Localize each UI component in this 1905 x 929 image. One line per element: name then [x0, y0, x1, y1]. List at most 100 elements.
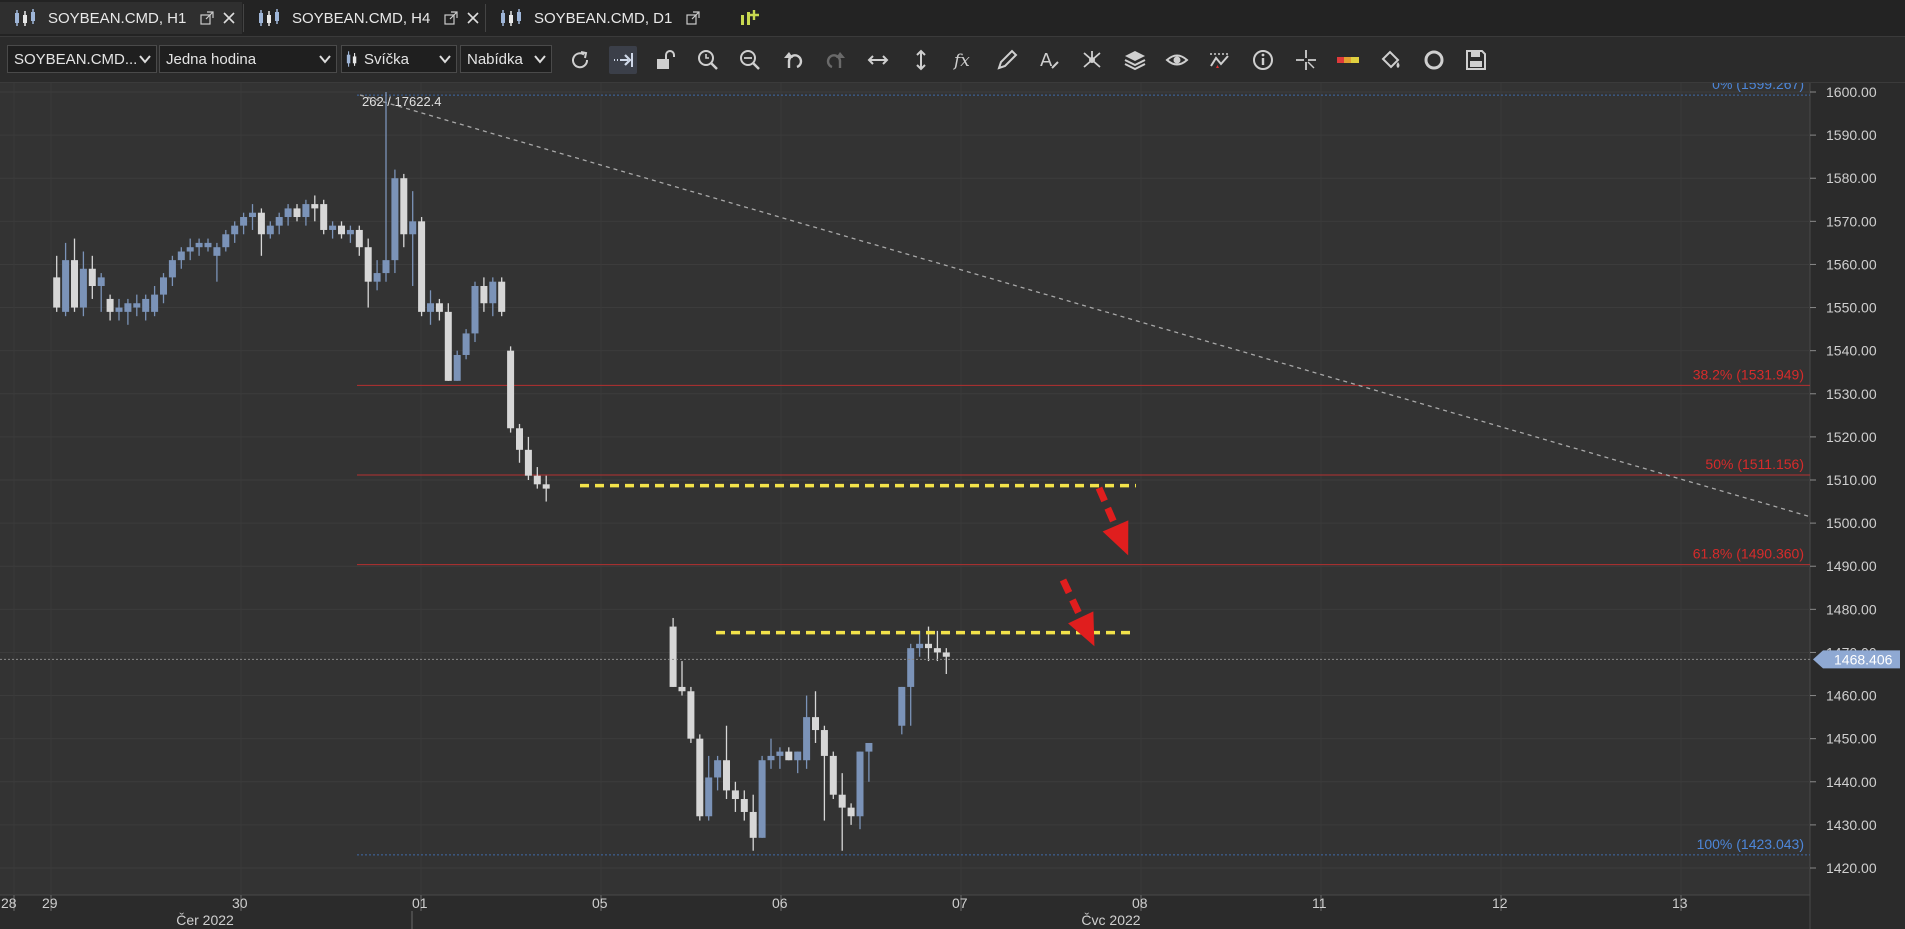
tab-label: SOYBEAN.CMD, H1 — [48, 9, 187, 27]
unlock-button[interactable] — [651, 46, 679, 74]
candle-body — [731, 790, 739, 800]
undo-icon — [784, 52, 803, 69]
candle-body — [749, 811, 757, 838]
candle-body — [776, 751, 784, 756]
candle-body — [302, 204, 310, 218]
fibonacci-level-label: 0% (1599.267) — [1712, 83, 1804, 92]
candle-body — [785, 751, 793, 761]
price-tick-label: 1430.00 — [1826, 817, 1877, 833]
vertical-resize-button[interactable] — [907, 46, 935, 74]
candle-body — [177, 251, 185, 261]
undo-button[interactable] — [779, 46, 807, 74]
horizontal-resize-icon — [867, 55, 889, 65]
candle-body — [705, 777, 713, 817]
price-type-select[interactable]: Nabídka — [460, 45, 552, 73]
candle-body — [740, 799, 748, 812]
draw-button[interactable] — [993, 46, 1021, 74]
fx-icon: fx — [952, 51, 970, 71]
crosshair-button[interactable] — [1292, 46, 1320, 74]
objects-button[interactable] — [1078, 46, 1106, 74]
heatmap-button[interactable] — [1334, 46, 1362, 74]
save-icon — [1466, 50, 1486, 70]
current-price-value: 1468.406 — [1834, 651, 1893, 667]
candle-body — [168, 260, 176, 278]
candle-body — [204, 242, 212, 248]
price-tick-label: 1570.00 — [1826, 213, 1877, 229]
candle-body — [820, 730, 828, 756]
chart-canvas[interactable]: 0% (1599.267) 38.2% (1531.949) 50% (1511.1… — [0, 83, 1905, 929]
save-button[interactable] — [1462, 46, 1490, 74]
fill-color-button[interactable] — [1377, 46, 1405, 74]
chart-type-value: Svíčka — [364, 50, 410, 68]
redo-button[interactable] — [822, 46, 850, 74]
price-chart[interactable]: 0% (1599.267) 38.2% (1531.949) 50% (1511.1… — [0, 83, 1905, 929]
price-tick-label: 1600.00 — [1826, 84, 1877, 100]
tab-label: SOYBEAN.CMD, H4 — [292, 9, 431, 27]
candle-body — [195, 242, 203, 248]
zoom-in-button[interactable] — [694, 46, 722, 74]
auto-scroll-button[interactable] — [609, 46, 637, 74]
paint-bucket-icon — [1381, 50, 1400, 69]
candle-body — [106, 298, 114, 312]
timeframe-select[interactable]: Jedna hodina — [159, 45, 337, 73]
zoom-out-button[interactable] — [736, 46, 764, 74]
refresh-button[interactable] — [566, 46, 594, 74]
popout-icon[interactable] — [444, 11, 458, 25]
candle-body — [829, 755, 837, 795]
candle-body — [933, 648, 941, 653]
text-icon: A — [1040, 50, 1059, 71]
price-tick-label: 1530.00 — [1826, 386, 1877, 402]
signals-button[interactable] — [1206, 46, 1234, 74]
price-tick-label: 1590.00 — [1826, 127, 1877, 143]
candle-body — [462, 333, 470, 355]
candle-body — [400, 178, 408, 235]
chart-type-select[interactable]: Svíčka — [341, 45, 457, 73]
svg-text:A: A — [1040, 50, 1053, 71]
candle-body — [160, 277, 167, 295]
close-icon[interactable] — [222, 11, 236, 25]
candle-body — [124, 303, 132, 312]
top-info-label: 262 / 17622.4 — [362, 94, 442, 109]
close-icon[interactable] — [466, 11, 480, 25]
tab-soybean-h1[interactable]: SOYBEAN.CMD, H1 — [0, 2, 242, 34]
indicators-button[interactable]: fx — [950, 46, 978, 74]
candle-body — [338, 225, 345, 235]
symbol-select[interactable]: SOYBEAN.CMD... — [7, 45, 157, 73]
price-tick-label: 1440.00 — [1826, 774, 1877, 790]
horizontal-resize-button[interactable] — [864, 46, 892, 74]
candle-body — [311, 204, 319, 209]
visibility-button[interactable] — [1163, 46, 1191, 74]
layers-button[interactable] — [1121, 46, 1149, 74]
month-label: Čvc 2022 — [1081, 912, 1140, 928]
candle-body — [115, 307, 123, 312]
candle-body — [444, 311, 452, 381]
fibonacci-level-label: 38.2% (1531.949) — [1693, 366, 1804, 382]
text-button[interactable]: A — [1035, 46, 1063, 74]
tab-soybean-d1[interactable]: SOYBEAN.CMD, D1 — [486, 2, 726, 34]
candle-body — [249, 212, 256, 218]
chevron-down-icon — [319, 55, 331, 64]
candle-body — [847, 807, 855, 817]
popout-icon[interactable] — [200, 11, 214, 25]
candle-body — [942, 652, 950, 657]
candle-body — [391, 178, 399, 261]
candle-body — [696, 738, 704, 817]
candle-body — [898, 686, 906, 726]
candle-body — [97, 277, 105, 286]
candle-body — [524, 449, 532, 476]
tab-soybean-h4[interactable]: SOYBEAN.CMD, H4 — [244, 2, 484, 34]
theme-button[interactable] — [1420, 46, 1448, 74]
date-tick-label: 05 — [592, 895, 608, 911]
candle-body — [186, 247, 194, 252]
popout-icon[interactable] — [686, 11, 700, 25]
price-tick-label: 1450.00 — [1826, 731, 1877, 747]
candle-body — [364, 247, 372, 282]
layers-icon — [1124, 51, 1146, 71]
candle-body — [213, 247, 221, 256]
price-tick-label: 1580.00 — [1826, 170, 1877, 186]
timeframe-select-value: Jedna hodina — [166, 50, 257, 68]
info-button[interactable] — [1249, 46, 1277, 74]
candle-body — [925, 643, 932, 649]
candle-body — [231, 225, 239, 235]
add-chart-icon[interactable] — [738, 6, 762, 30]
